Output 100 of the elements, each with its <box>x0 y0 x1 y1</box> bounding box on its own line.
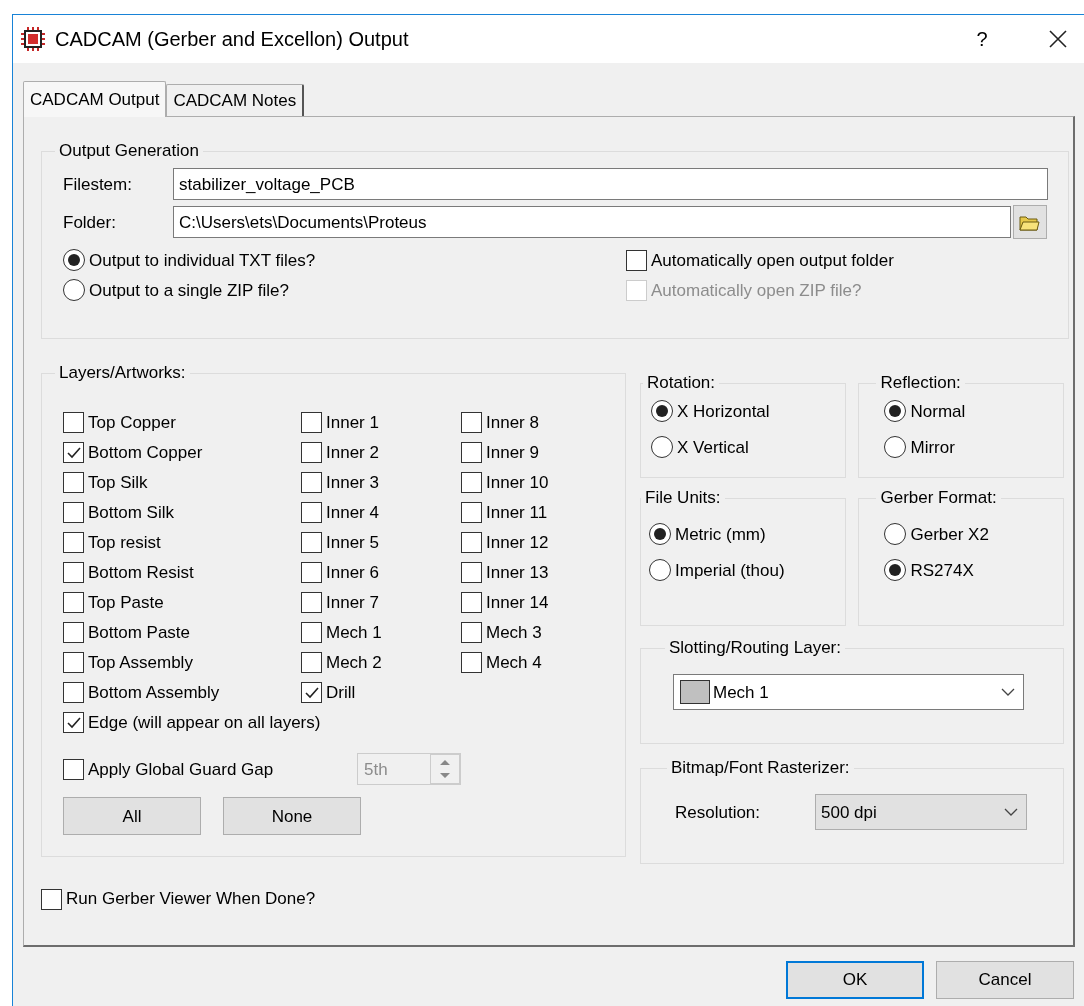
radio-button[interactable] <box>884 400 907 423</box>
radio-label: Output to a single ZIP file? <box>89 279 290 302</box>
checkbox[interactable] <box>63 758 84 780</box>
input-field[interactable]: stabilizer_voltage_PCB <box>173 168 1048 201</box>
radio-button[interactable] <box>651 436 673 459</box>
radio-button[interactable] <box>63 249 85 272</box>
checkbox-label: Top Paste <box>88 591 164 614</box>
checkbox-label: Bottom Silk <box>88 501 174 524</box>
group-title: Output Generation <box>58 141 200 162</box>
checkbox-label: Inner 5 <box>326 531 379 554</box>
folder-button[interactable] <box>1013 205 1047 240</box>
checkbox-label: Mech 2 <box>326 651 382 674</box>
group-title: Slotting/Routing Layer: <box>668 638 842 659</box>
button[interactable]: OK <box>786 961 924 999</box>
radio-label: Metric (mm) <box>675 523 766 546</box>
radio-button[interactable] <box>63 279 85 302</box>
checkbox[interactable] <box>301 471 322 493</box>
checkbox-label: Top resist <box>88 531 161 554</box>
checkbox[interactable] <box>461 591 482 613</box>
checkbox[interactable] <box>301 501 322 523</box>
checkbox-label: Inner 2 <box>326 441 379 464</box>
dropdown[interactable]: 500 dpi <box>815 794 1027 831</box>
checkbox[interactable] <box>461 531 482 553</box>
checkbox[interactable] <box>461 561 482 583</box>
radio-label: X Vertical <box>677 436 749 459</box>
checkbox-label: Bottom Assembly <box>88 681 220 704</box>
button[interactable]: All <box>63 797 201 836</box>
checkbox[interactable] <box>63 531 84 553</box>
checkbox[interactable] <box>301 651 322 673</box>
radio-label: Normal <box>910 400 966 423</box>
checkbox-label: Edge (will appear on all layers) <box>88 711 321 734</box>
checkbox-label: Automatically open ZIP file? <box>651 279 862 302</box>
checkbox[interactable] <box>461 501 482 523</box>
checkbox-label: Bottom Paste <box>88 621 191 644</box>
checkbox-label: Inner 6 <box>326 561 379 584</box>
checkbox[interactable] <box>63 651 84 673</box>
checkbox[interactable] <box>63 441 84 463</box>
color-swatch <box>680 680 710 705</box>
checkbox[interactable] <box>461 441 482 463</box>
radio-label: Mirror <box>910 436 955 459</box>
checkbox[interactable] <box>301 441 322 463</box>
radio-button[interactable] <box>649 523 671 546</box>
checkbox-label: Inner 9 <box>486 441 539 464</box>
checkbox-label: Run Gerber Viewer When Done? <box>66 888 316 911</box>
tab[interactable]: CADCAM Output <box>23 81 167 117</box>
checkbox-label: Mech 1 <box>326 621 382 644</box>
checkbox[interactable] <box>63 471 84 493</box>
checkbox[interactable] <box>63 621 84 643</box>
field-label: Resolution: <box>675 801 762 824</box>
radio-button[interactable] <box>884 559 907 582</box>
checkbox-label: Inner 14 <box>486 591 549 614</box>
checkbox[interactable] <box>461 651 482 673</box>
checkbox[interactable] <box>301 411 322 433</box>
radio-button[interactable] <box>884 523 907 546</box>
checkbox[interactable] <box>301 681 322 703</box>
checkbox[interactable] <box>63 681 84 703</box>
help-button[interactable]: ? <box>962 24 1002 54</box>
checkbox[interactable] <box>63 411 84 433</box>
button[interactable]: None <box>223 797 361 836</box>
checkbox-label: Inner 3 <box>326 471 379 494</box>
checkbox-label: Drill <box>326 681 356 704</box>
checkbox[interactable] <box>63 561 84 583</box>
radio-button[interactable] <box>884 436 907 459</box>
close-icon[interactable] <box>1048 29 1068 49</box>
checkbox-label: Inner 13 <box>486 561 549 584</box>
checkbox[interactable] <box>301 531 322 553</box>
checkbox-label: Top Silk <box>88 471 148 494</box>
tab[interactable]: CADCAM Notes <box>166 84 305 116</box>
radio-button[interactable] <box>651 400 673 423</box>
checkbox-label: Top Assembly <box>88 651 193 674</box>
checkbox[interactable] <box>461 471 482 493</box>
checkbox[interactable] <box>301 591 322 613</box>
checkbox-label: Apply Global Guard Gap <box>88 758 274 781</box>
radio-button[interactable] <box>649 559 671 582</box>
radio-label: X Horizontal <box>677 400 770 423</box>
group-title: File Units: <box>644 488 722 509</box>
checkbox-label: Automatically open output folder <box>651 249 894 272</box>
checkbox[interactable] <box>63 591 84 613</box>
checkbox[interactable] <box>41 888 62 910</box>
chevron-icon <box>1004 808 1018 817</box>
input-field[interactable]: C:\Users\ets\Documents\Proteus <box>173 206 1011 239</box>
group-title: Rotation: <box>646 373 717 394</box>
checkbox-label: Bottom Copper <box>88 441 203 464</box>
checkbox[interactable] <box>63 711 84 733</box>
field-label: Folder: <box>63 211 117 234</box>
checkbox[interactable] <box>63 501 84 523</box>
dropdown[interactable]: Mech 1 <box>673 674 1024 711</box>
checkbox[interactable] <box>301 621 322 643</box>
checkbox[interactable] <box>626 249 647 271</box>
checkbox-label: Inner 10 <box>486 471 549 494</box>
radio-label: Imperial (thou) <box>675 559 785 582</box>
button[interactable]: Cancel <box>936 961 1074 999</box>
checkbox-label: Inner 7 <box>326 591 379 614</box>
checkbox[interactable] <box>461 621 482 643</box>
checkbox-label: Inner 8 <box>486 411 539 434</box>
field-label: Filestem: <box>63 173 133 196</box>
radio-label: Gerber X2 <box>910 523 989 546</box>
checkbox[interactable] <box>301 561 322 583</box>
checkbox[interactable] <box>461 411 482 433</box>
group-title: Gerber Format: <box>879 488 998 509</box>
